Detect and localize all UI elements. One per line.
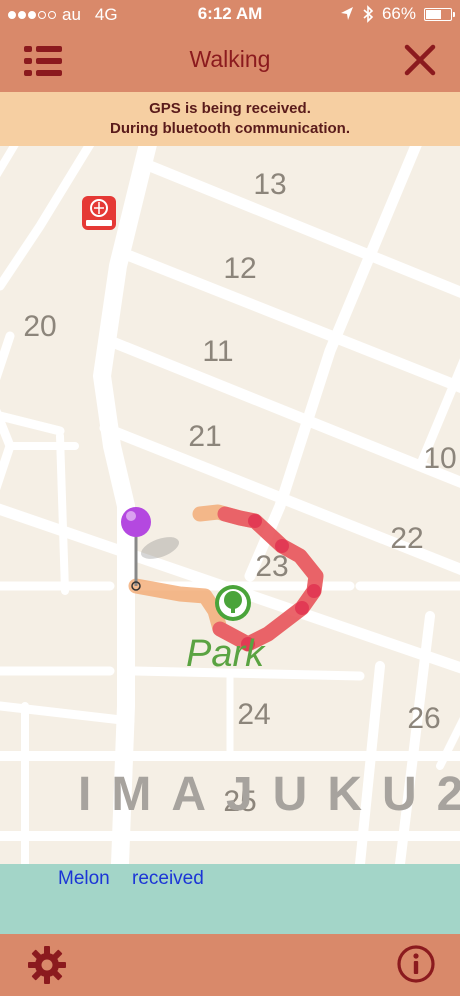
block-number: 22	[390, 522, 423, 555]
block-number: 10	[423, 442, 456, 475]
block-number: 20	[23, 310, 56, 343]
bluetooth-status-text: During bluetooth communication.	[110, 120, 350, 137]
status-bar: au 4G 6:12 AM 66%	[0, 0, 460, 30]
park-label: Park	[186, 633, 266, 675]
location-arrow-icon	[340, 7, 353, 20]
close-icon	[404, 44, 436, 76]
map-view[interactable]: 13 12 20 11 21 10 22 23 24 26 25 IMAJUKU…	[0, 146, 460, 864]
block-number: 26	[407, 702, 440, 735]
block-number: 11	[202, 335, 233, 368]
message-panel: Melon received	[0, 864, 460, 934]
gps-status-banner: GPS is being received. During bluetooth …	[0, 92, 460, 146]
close-button[interactable]	[402, 42, 438, 78]
block-number: 24	[237, 698, 270, 731]
bluetooth-icon	[363, 5, 374, 23]
info-button[interactable]	[396, 944, 436, 984]
battery-icon	[424, 7, 455, 21]
receive-status: received	[132, 868, 204, 889]
tree-icon[interactable]	[215, 585, 251, 621]
settings-button[interactable]	[26, 944, 68, 986]
map-canvas[interactable]: 13 12 20 11 21 10 22 23 24 26 25 IMAJUKU…	[0, 146, 460, 864]
device-name: Melon	[58, 868, 110, 889]
info-icon	[397, 945, 435, 983]
block-number: 12	[223, 252, 256, 285]
block-number: 21	[188, 420, 221, 453]
bottom-toolbar	[0, 934, 460, 996]
gear-icon	[28, 946, 66, 984]
gps-status-text: GPS is being received.	[149, 100, 311, 117]
block-number: 13	[253, 168, 286, 201]
battery-percent: 66%	[381, 4, 416, 23]
area-name-label: IMAJUKU2	[78, 768, 460, 821]
page-title: Walking	[189, 46, 271, 72]
status-right: 66%	[340, 4, 455, 24]
battery-fill	[426, 9, 441, 19]
navigation-bar: Walking	[0, 30, 460, 92]
shop-logo-icon[interactable]	[82, 196, 116, 230]
